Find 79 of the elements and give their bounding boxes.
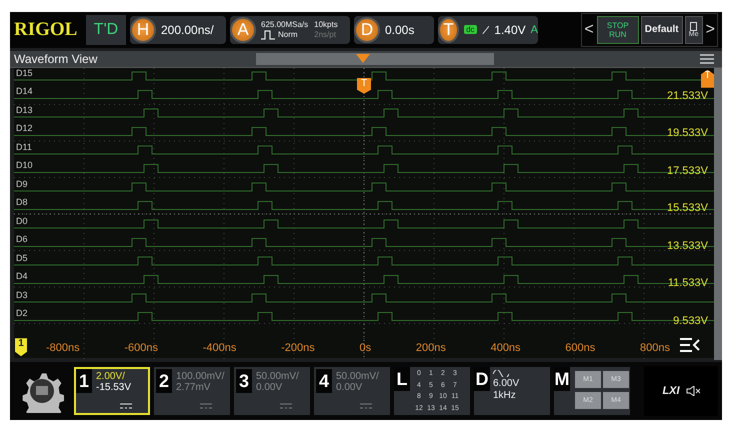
channel-scale: 50.00mV/ <box>336 371 379 382</box>
panel-badge: D <box>474 367 490 392</box>
previous-button[interactable]: < <box>583 20 595 39</box>
dc-coupling-icon <box>280 403 292 410</box>
channel-offset: 2.77mV <box>176 382 212 394</box>
time-label: -400ns <box>202 342 236 354</box>
sine-wave-icon <box>493 370 509 378</box>
channel-number: 3 <box>236 369 252 394</box>
delay-value: 0.00s <box>385 22 414 37</box>
channel-label: D4 <box>16 271 28 282</box>
time-label: 600ns <box>565 342 596 354</box>
time-label: 200ns <box>416 342 446 354</box>
collapse-menu-icon <box>680 338 700 352</box>
next-button[interactable]: > <box>704 20 716 39</box>
channel-label: D14 <box>16 86 33 96</box>
timebase-mode-button[interactable]: T'D <box>86 14 126 45</box>
generator-frequency: 1kHz <box>493 390 516 402</box>
vertical-scrollbar[interactable] <box>714 68 722 360</box>
time-label: -800ns <box>46 342 80 354</box>
speaker-muted-icon <box>686 386 700 396</box>
coupling-badge: dc <box>464 25 477 34</box>
dc-coupling-icon <box>200 403 212 410</box>
generator-panel[interactable]: D 6.00V 1kHz <box>474 367 550 416</box>
channel-number: 2 <box>156 369 172 394</box>
time-label: -600ns <box>124 342 158 354</box>
channel-label: D11 <box>16 142 32 152</box>
rising-edge-icon <box>482 24 490 36</box>
channel-label: D5 <box>16 252 28 263</box>
voltage-label: 13.533V <box>667 240 708 252</box>
time-label: 0s <box>360 342 372 354</box>
channel-offset: 0.00V <box>336 382 364 394</box>
dc-coupling-icon <box>360 403 372 410</box>
pulse-icon <box>261 30 275 40</box>
voltage-label: 11.533V <box>668 277 708 290</box>
voltage-label: 9.533V <box>673 314 708 327</box>
timebase-value: 200.00ns/ <box>161 22 214 37</box>
acquire-mode: Norm <box>278 30 298 40</box>
panel-badge: L <box>394 367 410 392</box>
channel-scale: 2.00V/ <box>96 371 126 382</box>
voltage-label: 21.533V <box>667 90 708 102</box>
sample-rate: 625.00MSa/s <box>261 20 308 29</box>
channel-label: D3 <box>16 290 28 300</box>
default-button[interactable]: Default <box>640 16 683 44</box>
trigger-position-icon <box>356 54 370 63</box>
time-resolution: 2ns/pt <box>314 30 337 40</box>
channel-offset: 0.00V <box>256 382 284 394</box>
dc-coupling-icon <box>120 403 132 410</box>
channel-scale: 100.00mV/ <box>176 371 224 382</box>
sweep-mode: A <box>530 24 538 36</box>
lxi-label: LXI <box>662 385 680 398</box>
time-label: -200ns <box>281 342 315 354</box>
channel-marker[interactable]: 1 <box>15 338 27 356</box>
panel-badge: M <box>554 367 570 392</box>
channel-label: D9 <box>16 178 28 189</box>
channel-label: D10 <box>16 160 33 170</box>
generator-amplitude: 6.00V <box>493 378 520 390</box>
channel-label: D6 <box>16 234 28 244</box>
position-scrollbar[interactable] <box>256 52 494 65</box>
voltage-label: 17.533V <box>667 164 708 177</box>
channel-label: D8 <box>16 197 28 208</box>
channel-offset: -15.53V <box>96 382 132 394</box>
memory-depth: 10kpts <box>314 20 338 29</box>
channel-number: 1 <box>76 369 92 394</box>
channel-label: D13 <box>16 104 33 115</box>
panel-title: Waveform View <box>14 52 98 66</box>
time-label: 800ns <box>640 342 670 354</box>
menu-icon <box>700 54 714 64</box>
channel-number: 4 <box>316 369 332 394</box>
trigger-level: 1.40V <box>494 22 526 37</box>
channel-label: D12 <box>16 123 33 134</box>
channel-scale: 50.00mV/ <box>256 371 299 382</box>
document-icon <box>690 22 698 31</box>
run-stop-button[interactable]: STOP RUN <box>596 16 639 44</box>
channel-label: D0 <box>16 216 28 226</box>
time-label: 400ns <box>490 342 521 354</box>
voltage-label: 19.533V <box>667 127 708 140</box>
voltage-label: 15.533V <box>667 202 708 214</box>
brand-logo: RIGOL <box>14 18 78 41</box>
channel-label: D2 <box>16 308 28 318</box>
